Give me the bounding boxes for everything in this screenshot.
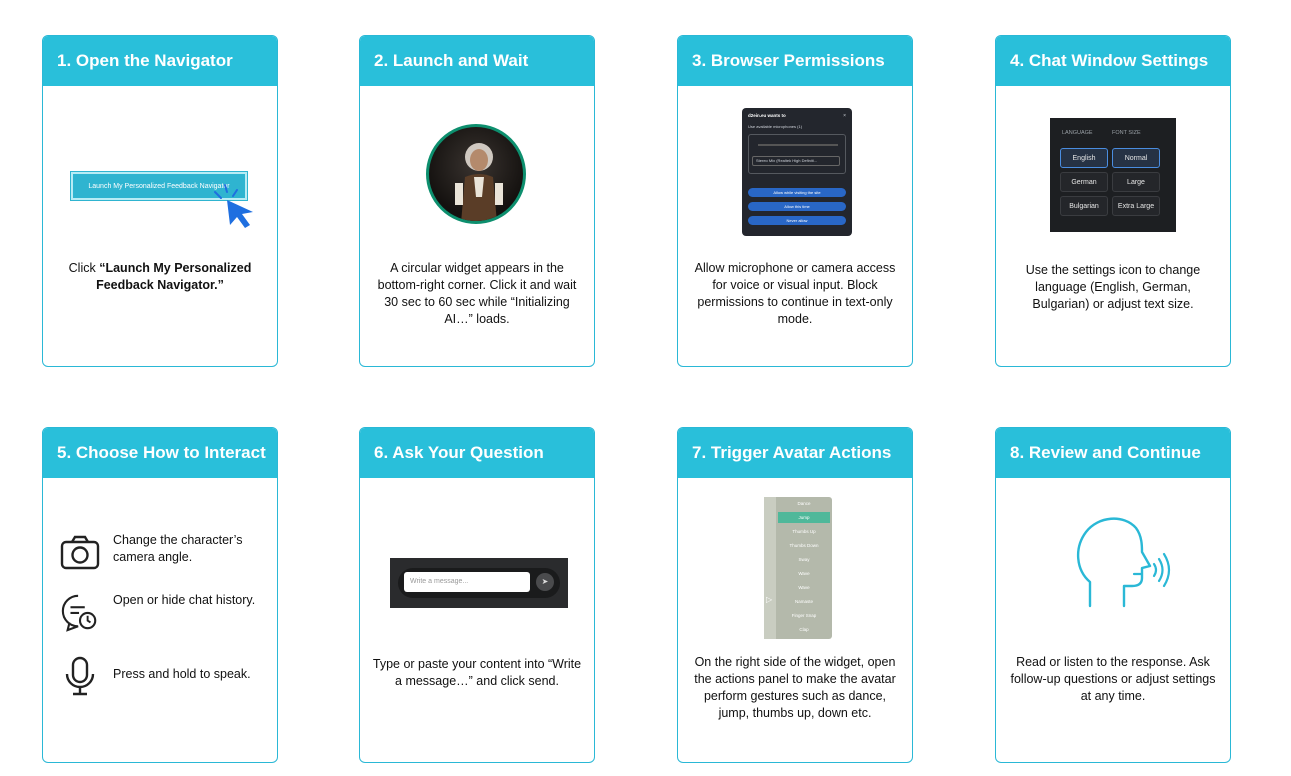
- volume-slider[interactable]: [758, 144, 838, 146]
- speaking-head-icon: [1077, 517, 1171, 608]
- language-option-bulgarian[interactable]: Bulgarian: [1060, 196, 1108, 216]
- action-item[interactable]: Sway: [778, 554, 830, 565]
- card-title: 2. Launch and Wait: [360, 36, 594, 86]
- language-option-german[interactable]: German: [1060, 172, 1108, 192]
- step-card-3: 3. Browser Permissions d2ein.eu wants to…: [677, 35, 913, 367]
- permission-subtitle: Use available microphones (1): [748, 124, 803, 129]
- font-size-header: FONT SIZE: [1112, 130, 1141, 136]
- card-description: Type or paste your content into “Write a…: [372, 657, 582, 688]
- card-description: Click “Launch My Personalized Feedback N…: [68, 261, 252, 292]
- interact-row-microphone: Press and hold to speak.: [59, 656, 263, 696]
- language-header: LANGUAGE: [1062, 130, 1093, 136]
- action-item[interactable]: Thumbs Down: [778, 540, 830, 551]
- step-card-8: 8. Review and Continue Read or listen to…: [995, 427, 1231, 763]
- card-title: 6. Ask Your Question: [360, 428, 594, 478]
- send-icon[interactable]: ➤: [536, 573, 554, 591]
- action-item[interactable]: Dance: [778, 498, 830, 509]
- card-title: 3. Browser Permissions: [678, 36, 912, 86]
- action-item[interactable]: Jump: [778, 512, 830, 523]
- action-item[interactable]: Thumbs Up: [778, 526, 830, 537]
- card-title: 5. Choose How to Interact: [43, 428, 277, 478]
- microphone-icon: [65, 656, 95, 696]
- allow-this-time-button[interactable]: Allow this time: [748, 202, 846, 211]
- camera-icon: [60, 535, 100, 570]
- card-description: Allow microphone or camera access for vo…: [694, 261, 896, 326]
- cursor-icon: [214, 184, 253, 228]
- card-title: 7. Trigger Avatar Actions: [678, 428, 912, 478]
- font-option-extra-large[interactable]: Extra Large: [1112, 196, 1160, 216]
- chat-history-icon: [61, 594, 97, 632]
- never-allow-button[interactable]: Never allow: [748, 216, 846, 225]
- card-description: Read or listen to the response. Ask foll…: [1010, 655, 1216, 703]
- interact-text-camera: Change the character’s camera angle.: [113, 533, 243, 564]
- permission-title: d2ein.eu wants to: [748, 113, 786, 118]
- play-icon[interactable]: ▷: [766, 595, 772, 604]
- card-title: 8. Review and Continue: [996, 428, 1230, 478]
- chat-input-bar: Write a message... ➤: [390, 558, 568, 608]
- step-card-5: 5. Choose How to Interact Change the cha…: [42, 427, 278, 763]
- device-box: [748, 134, 846, 174]
- step-card-4: 4. Chat Window Settings LANGUAGE FONT SI…: [995, 35, 1231, 367]
- step-card-7: 7. Trigger Avatar Actions ▷ Dance Jump T…: [677, 427, 913, 763]
- language-option-english[interactable]: English: [1060, 148, 1108, 168]
- action-item[interactable]: Namaste: [778, 596, 830, 607]
- font-option-normal[interactable]: Normal: [1112, 148, 1160, 168]
- chat-settings-panel: LANGUAGE FONT SIZE English German Bulgar…: [1050, 118, 1176, 232]
- interact-text-history: Open or hide chat history.: [113, 593, 256, 607]
- card-description: Use the settings icon to change language…: [1025, 263, 1201, 311]
- card-description: On the right side of the widget, open th…: [694, 655, 896, 720]
- actions-panel: ▷ Dance Jump Thumbs Up Thumbs Down Sway …: [764, 497, 832, 639]
- action-item[interactable]: Finger Snap: [778, 610, 830, 621]
- step-card-6: 6. Ask Your Question Write a message... …: [359, 427, 595, 763]
- action-item[interactable]: Wave: [778, 582, 830, 593]
- actions-panel-handle[interactable]: [764, 497, 776, 639]
- device-select[interactable]: Stereo Mix (Realtek High Definiti...: [752, 156, 840, 166]
- action-item[interactable]: Wave: [778, 568, 830, 579]
- close-icon[interactable]: ×: [843, 113, 846, 119]
- permission-dialog: d2ein.eu wants to × Use available microp…: [742, 108, 852, 236]
- allow-while-visiting-button[interactable]: Allow while visiting the site: [748, 188, 846, 197]
- message-input[interactable]: Write a message...: [404, 572, 530, 592]
- card-title: 1. Open the Navigator: [43, 36, 277, 86]
- interact-text-microphone: Press and hold to speak.: [113, 667, 251, 681]
- avatar-widget-image: [426, 124, 526, 224]
- action-item[interactable]: Clap: [778, 624, 830, 635]
- step-card-2: 2. Launch and Wait A circular widget app…: [359, 35, 595, 367]
- interact-row-camera: Change the character’s camera angle.: [59, 532, 263, 572]
- interact-row-history: Open or hide chat history.: [59, 592, 263, 632]
- card-title: 4. Chat Window Settings: [996, 36, 1230, 86]
- card-description: A circular widget appears in the bottom-…: [377, 261, 577, 326]
- font-option-large[interactable]: Large: [1112, 172, 1160, 192]
- step-card-1: 1. Open the Navigator Launch My Personal…: [42, 35, 278, 367]
